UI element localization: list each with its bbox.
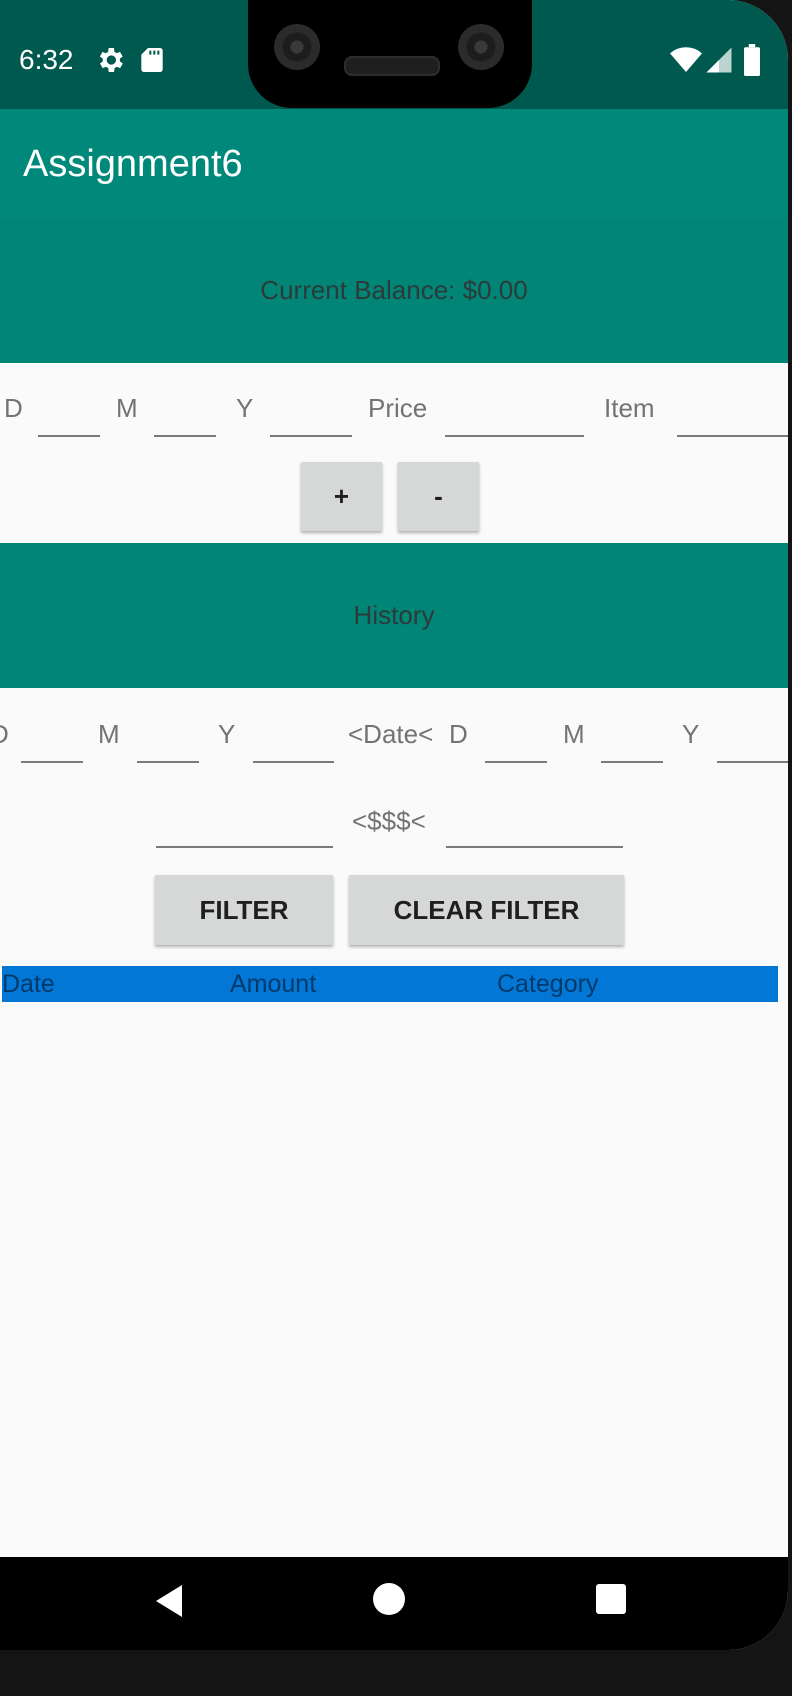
day-field[interactable]: [38, 395, 100, 437]
from-day-field[interactable]: [21, 721, 83, 763]
to-day-field[interactable]: [485, 721, 547, 763]
from-year-field[interactable]: [253, 721, 334, 763]
device-frame: 6:32 Assignment6 Current Balance: $0.00 …: [0, 0, 792, 1696]
from-year-label: Y: [218, 719, 236, 749]
from-month-field[interactable]: [137, 721, 199, 763]
clear-filter-button[interactable]: CLEAR FILTER: [349, 875, 624, 945]
amount-range-separator: <$$$<: [352, 806, 426, 836]
status-bar: 6:32: [0, 0, 788, 109]
gear-icon: [94, 44, 126, 76]
to-month-field[interactable]: [601, 721, 663, 763]
item-label: Item: [604, 393, 655, 423]
speaker-grille: [344, 56, 440, 76]
recents-icon[interactable]: [596, 1584, 626, 1614]
sd-card-icon: [136, 44, 168, 76]
filter-button[interactable]: FILTER: [155, 875, 333, 945]
to-year-label: Y: [682, 719, 700, 749]
column-header-date: Date: [2, 970, 55, 998]
price-label: Price: [368, 393, 428, 423]
cell-signal-icon: [704, 44, 736, 76]
max-amount-field[interactable]: [446, 806, 623, 848]
navigation-bar: [0, 1557, 788, 1650]
subtract-button[interactable]: -: [398, 462, 479, 531]
month-field[interactable]: [154, 395, 216, 437]
history-list[interactable]: [0, 1002, 788, 1557]
back-icon[interactable]: [150, 1581, 190, 1621]
camera-notch: [248, 0, 532, 108]
history-title: History: [353, 600, 435, 630]
battery-icon: [742, 44, 762, 76]
app-title: Assignment6: [23, 143, 243, 185]
year-field[interactable]: [270, 395, 352, 437]
from-day-label: D: [0, 719, 9, 750]
from-month-label: M: [98, 719, 120, 749]
wifi-icon: [668, 44, 704, 76]
year-label: Y: [236, 393, 254, 423]
home-icon[interactable]: [373, 1583, 405, 1615]
column-header-category: Category: [497, 970, 599, 998]
column-header-amount: Amount: [230, 970, 317, 998]
to-month-label: M: [563, 719, 585, 749]
status-time: 6:32: [19, 44, 74, 75]
to-year-field[interactable]: [717, 721, 788, 763]
to-day-label: D: [449, 719, 468, 749]
date-range-separator: <Date<: [348, 719, 434, 749]
month-label: M: [116, 393, 138, 423]
history-banner: History: [0, 543, 788, 688]
balance-banner: Current Balance: $0.00: [0, 218, 788, 363]
min-amount-field[interactable]: [156, 806, 333, 848]
current-balance: Current Balance: $0.00: [260, 275, 528, 305]
item-field[interactable]: [677, 395, 788, 437]
camera-icon: [458, 24, 504, 70]
camera-icon: [274, 24, 320, 70]
price-field[interactable]: [445, 395, 584, 437]
history-table-header: Date Amount Category: [2, 966, 778, 1002]
screen: 6:32 Assignment6 Current Balance: $0.00 …: [0, 0, 788, 1650]
add-button[interactable]: +: [301, 462, 382, 531]
day-label: D: [4, 393, 23, 423]
app-bar: Assignment6: [0, 109, 788, 218]
